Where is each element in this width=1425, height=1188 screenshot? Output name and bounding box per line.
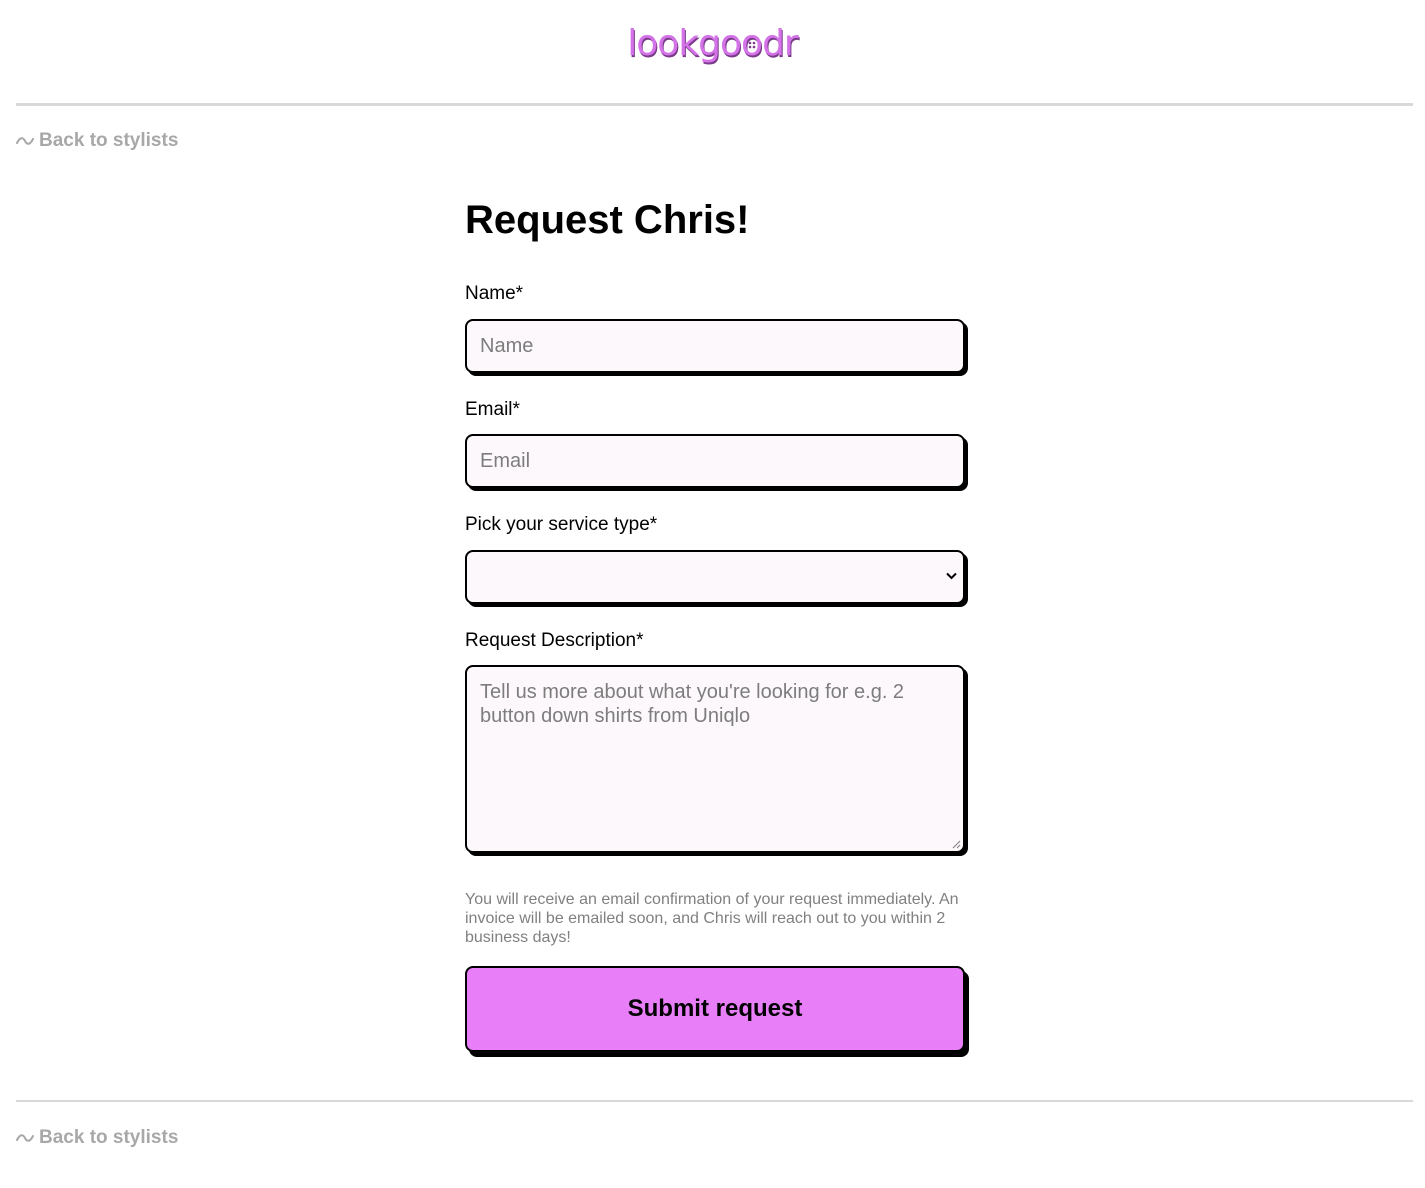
back-link-label: Back to stylists (39, 1127, 179, 1148)
description-label: Request Description* (465, 630, 644, 651)
service-type-label: Pick your service type* (465, 514, 658, 535)
logo[interactable]: lookgo o dr (627, 22, 799, 64)
submit-request-button[interactable]: Submit request (465, 966, 965, 1052)
wave-icon (16, 137, 34, 145)
footer-divider (16, 1100, 1413, 1102)
email-label: Email* (465, 399, 520, 420)
name-label: Name* (465, 283, 524, 304)
name-input[interactable] (465, 319, 965, 373)
email-input[interactable] (465, 434, 965, 488)
service-type-select[interactable] (465, 550, 965, 604)
site-header: lookgo o dr (0, 0, 1425, 90)
logo-button-o: o (741, 22, 763, 64)
back-to-stylists-link-top[interactable]: Back to stylists (16, 130, 178, 152)
description-textarea[interactable] (465, 665, 965, 853)
back-to-stylists-link-bottom[interactable]: Back to stylists (16, 1127, 178, 1149)
resize-handle-icon[interactable] (951, 839, 961, 849)
request-form: Request Chris! Name* Email* Pick your se… (465, 190, 965, 1052)
description-wrap (465, 665, 965, 853)
button-icon (748, 42, 755, 49)
chevron-down-icon[interactable] (946, 572, 957, 580)
page-title: Request Chris! (465, 198, 750, 242)
logo-text-end: dr (762, 22, 799, 64)
page: lookgo o dr Back to stylists Request Chris… (0, 0, 1425, 1188)
wave-icon (16, 1134, 34, 1142)
service-type-select-wrap (465, 550, 965, 604)
header-divider (16, 103, 1413, 106)
back-link-label: Back to stylists (39, 130, 179, 151)
confirmation-note: You will receive an email confirmation o… (465, 891, 959, 946)
logo-text-start: lookgo (627, 22, 742, 64)
